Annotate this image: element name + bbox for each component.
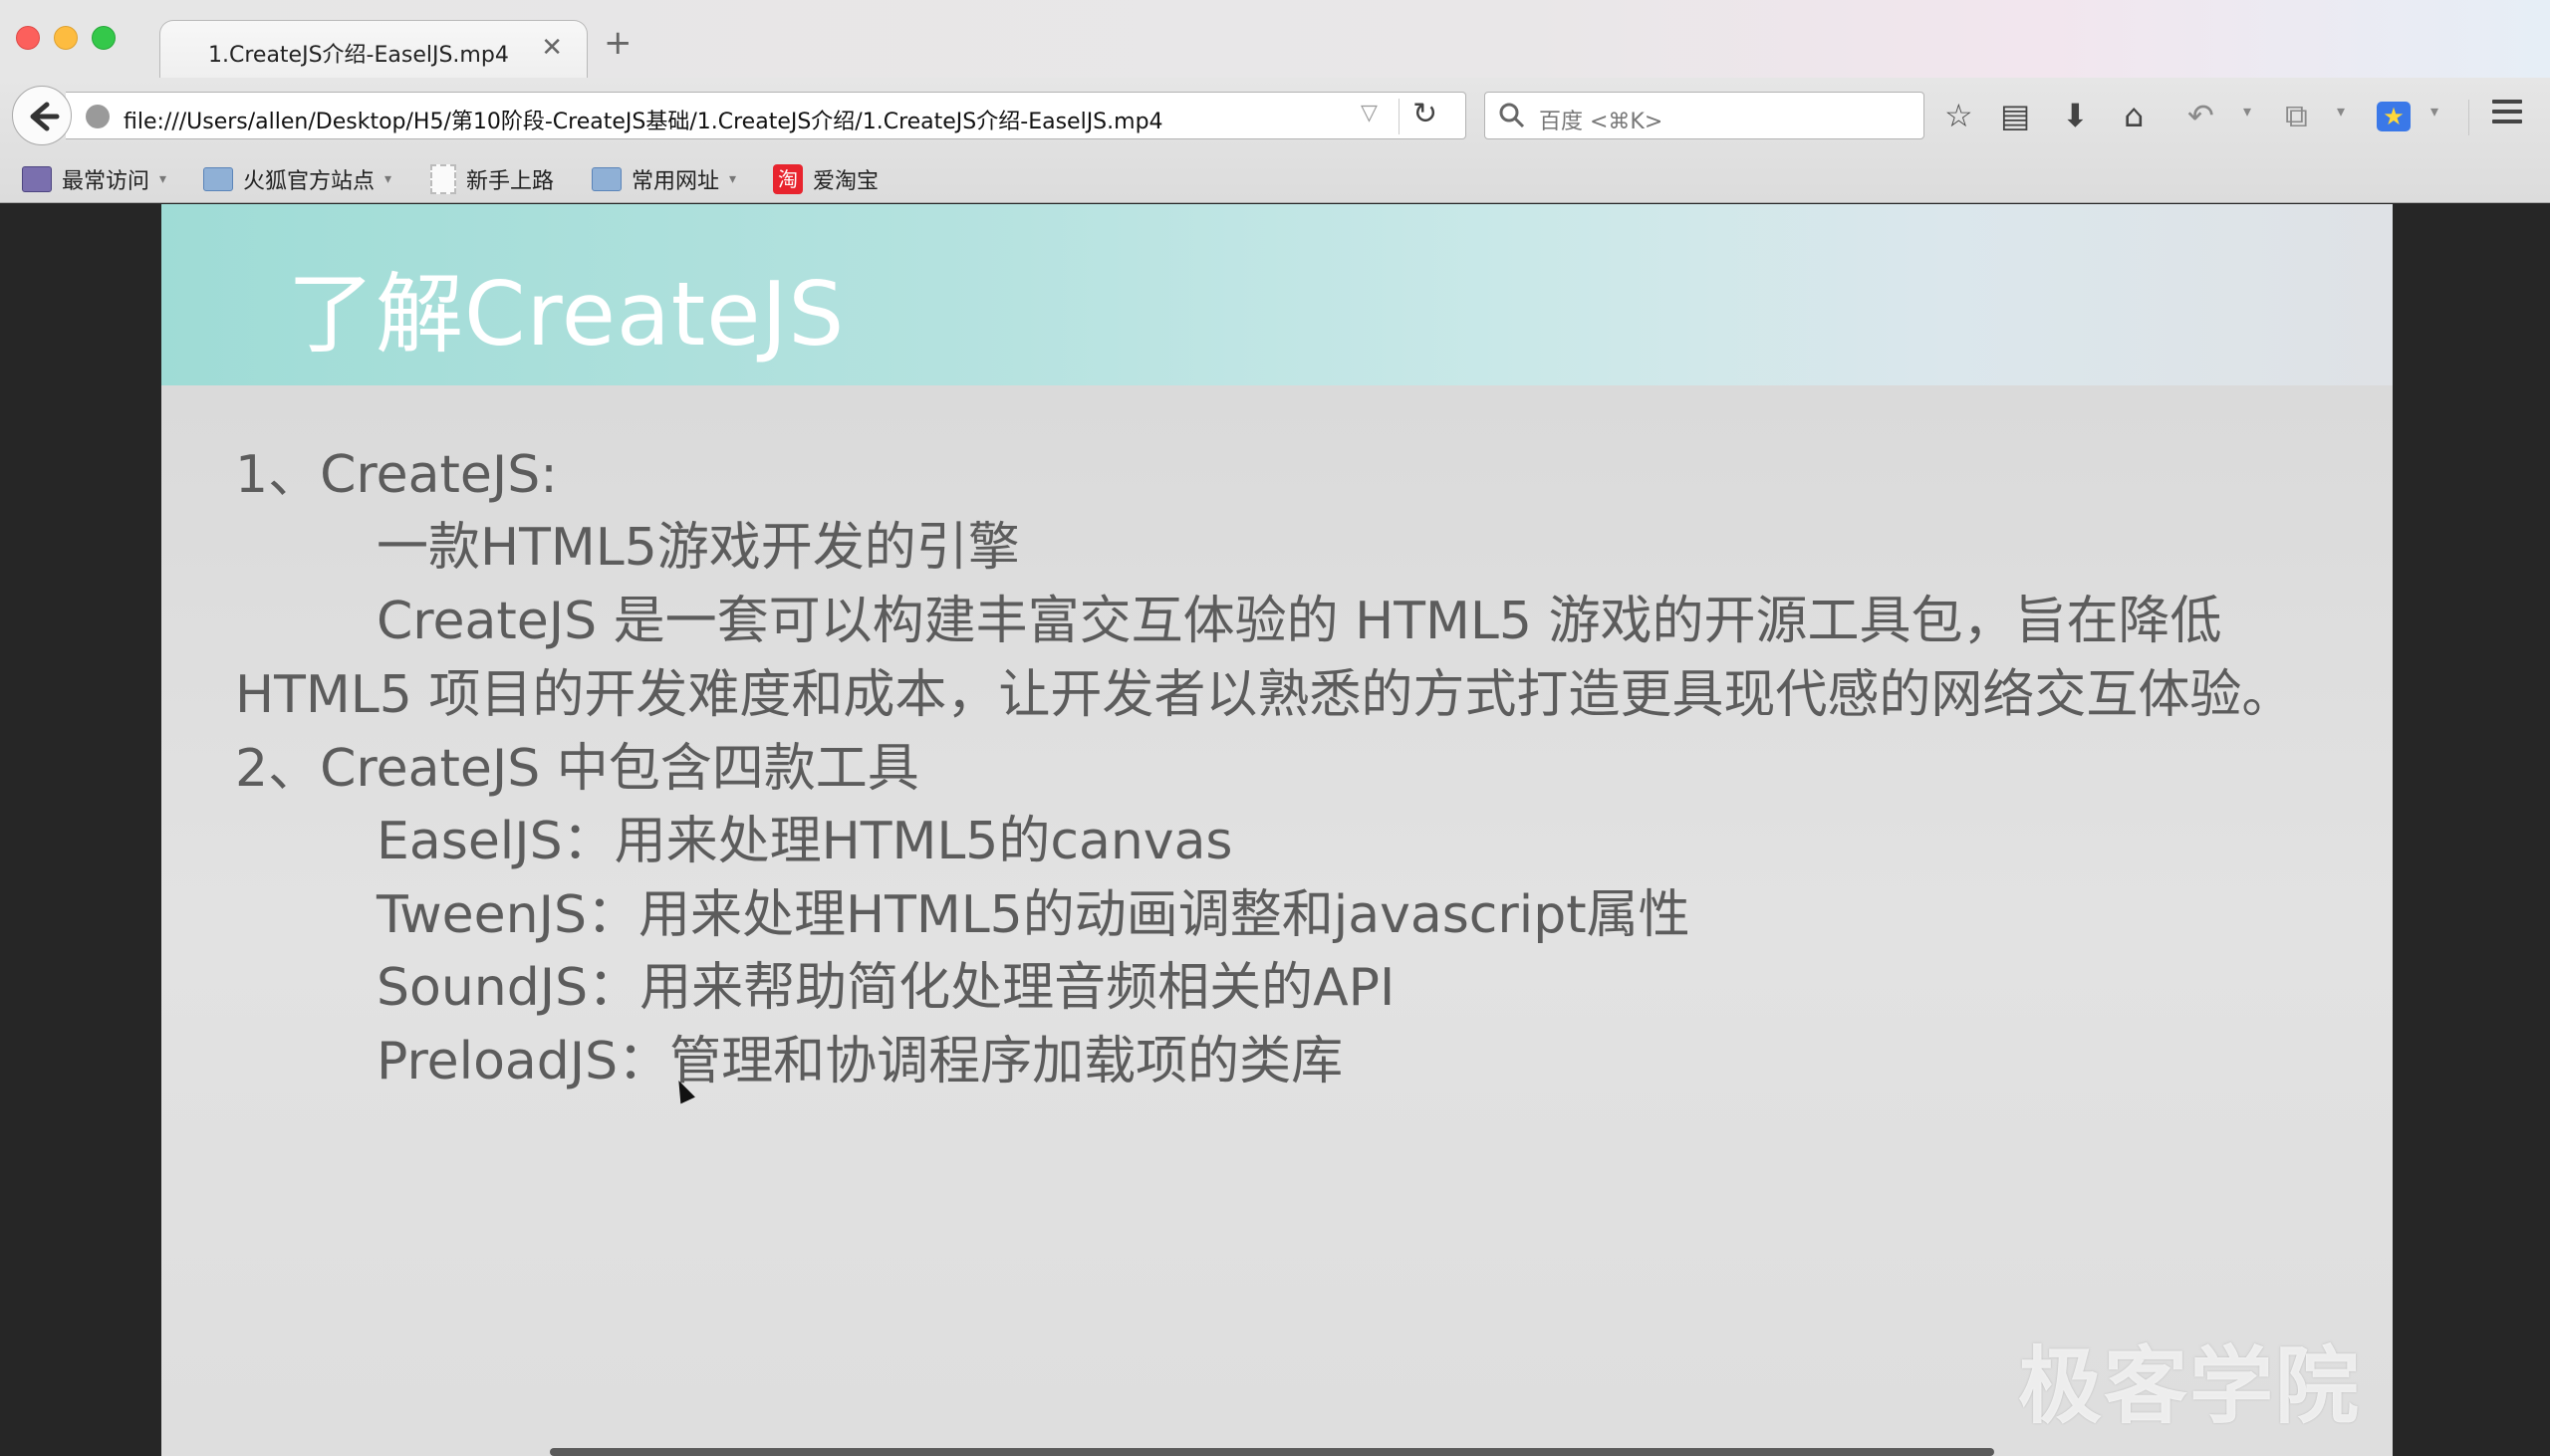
hamburger-menu-icon[interactable] xyxy=(2492,100,2522,129)
slide-line: 一款HTML5游戏开发的引擎 xyxy=(377,518,1020,578)
browser-chrome: 1.CreateJS介绍-EaselJS.mp4 ✕ + file:///Use… xyxy=(0,0,2550,203)
bookmark-label: 新手上路 xyxy=(466,169,555,194)
slide-line: HTML5 项目的开发难度和成本，让开发者以熟悉的方式打造更具现代感的网络交互体… xyxy=(235,665,2294,725)
search-placeholder: 百度 <⌘K> xyxy=(1539,110,1663,134)
caret-down-icon: ▾ xyxy=(159,171,167,187)
slide-line: 2、CreateJS 中包含四款工具 xyxy=(235,739,919,799)
crop-dropdown-icon[interactable]: ▾ xyxy=(2337,102,2345,121)
url-bar[interactable]: file:///Users/allen/Desktop/H5/第10阶段-Cre… xyxy=(66,92,1466,139)
slide-header: 了解CreateJS xyxy=(161,204,2393,385)
search-icon xyxy=(1499,103,1525,128)
bookmark-label: 最常访问 xyxy=(62,169,150,194)
most-visited-icon xyxy=(22,166,52,192)
slide-title: 了解CreateJS xyxy=(287,263,846,365)
tab-active[interactable]: 1.CreateJS介绍-EaselJS.mp4 ✕ xyxy=(159,20,588,78)
bookmarks-bar: 最常访问 ▾ 火狐官方站点 ▾ 新手上路 常用网址 ▾ 淘 爱淘宝 xyxy=(0,155,2550,203)
search-bar[interactable]: 百度 <⌘K> xyxy=(1484,92,1924,139)
folder-icon xyxy=(592,167,622,191)
folder-icon xyxy=(203,167,233,191)
extension-star-icon[interactable]: ★ xyxy=(2377,102,2411,131)
globe-icon xyxy=(86,105,110,128)
back-arrow-icon xyxy=(30,102,60,131)
window-maximize-button[interactable] xyxy=(92,26,116,50)
new-tab-button[interactable]: + xyxy=(604,26,633,60)
bookmark-common-sites[interactable]: 常用网址 ▾ xyxy=(592,163,736,195)
bookmark-label: 常用网址 xyxy=(632,169,720,194)
caret-down-icon: ▾ xyxy=(384,171,392,187)
tab-bar: 1.CreateJS介绍-EaselJS.mp4 ✕ + xyxy=(0,0,2550,78)
slide-line: EaselJS：用来处理HTML5的canvas xyxy=(377,812,1233,871)
download-icon[interactable]: ⬇ xyxy=(2062,92,2089,139)
home-icon[interactable]: ⌂ xyxy=(2124,92,2144,139)
tab-close-icon[interactable]: ✕ xyxy=(541,33,563,63)
slide-line: PreloadJS：管理和协调程序加载项的类库 xyxy=(377,1032,1344,1092)
url-text[interactable]: file:///Users/allen/Desktop/H5/第10阶段-Cre… xyxy=(124,104,1163,135)
bookmark-firefox-sites[interactable]: 火狐官方站点 ▾ xyxy=(203,163,391,195)
url-history-dropdown-icon[interactable]: ▽ xyxy=(1361,101,1378,125)
bookmark-label: 爱淘宝 xyxy=(813,169,880,194)
reading-list-icon[interactable]: ▤ xyxy=(2000,92,2030,139)
extension-dropdown-icon[interactable]: ▾ xyxy=(2430,102,2438,121)
nav-bar: file:///Users/allen/Desktop/H5/第10阶段-Cre… xyxy=(0,78,2550,155)
reload-icon[interactable]: ↻ xyxy=(1412,97,1437,131)
slide-line: CreateJS 是一套可以构建丰富交互体验的 HTML5 游戏的开源工具包，旨… xyxy=(377,592,2222,651)
taobao-icon: 淘 xyxy=(773,164,803,194)
blank-page-icon xyxy=(430,164,456,194)
caret-down-icon: ▾ xyxy=(729,171,737,187)
undo-dropdown-icon[interactable]: ▾ xyxy=(2243,102,2251,121)
window-minimize-button[interactable] xyxy=(54,26,78,50)
watermark-logo: 极客学院 xyxy=(2018,1337,2362,1435)
slide-line: SoundJS：用来帮助简化处理音频相关的API xyxy=(377,958,1396,1018)
bookmark-aitaobao[interactable]: 淘 爱淘宝 xyxy=(773,163,879,195)
slide-line: 1、CreateJS: xyxy=(235,445,558,505)
toolbar-divider xyxy=(2468,100,2469,135)
back-button[interactable] xyxy=(12,86,72,145)
slide-line: TweenJS：用来处理HTML5的动画调整和javascript属性 xyxy=(377,885,1690,945)
undo-icon[interactable]: ↶ xyxy=(2187,92,2214,139)
bookmark-getting-started[interactable]: 新手上路 xyxy=(430,163,554,195)
crop-icon[interactable]: ⧉ xyxy=(2285,92,2308,139)
bookmark-star-icon[interactable]: ☆ xyxy=(1944,92,1973,139)
bookmark-most-visited[interactable]: 最常访问 ▾ xyxy=(22,163,166,195)
tab-title: 1.CreateJS介绍-EaselJS.mp4 xyxy=(208,43,509,68)
video-player[interactable]: 了解CreateJS 1、CreateJS: 一款HTML5游戏开发的引擎 Cr… xyxy=(161,204,2393,1456)
bookmark-label: 火狐官方站点 xyxy=(243,169,376,194)
window-close-button[interactable] xyxy=(16,26,40,50)
url-divider xyxy=(1399,99,1400,134)
video-progress-bar[interactable] xyxy=(550,1448,1994,1456)
